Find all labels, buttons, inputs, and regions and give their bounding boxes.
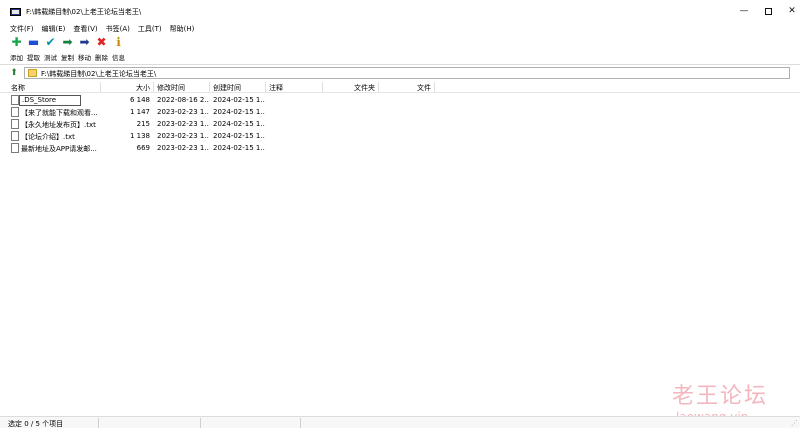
file-icon <box>11 119 19 129</box>
file-created: 2024-02-15 1... <box>213 144 265 152</box>
file-name: 【论坛介绍】.txt <box>21 133 75 141</box>
toolbar: ✚ 添加 ▬ 提取 ✔ 测试 ➡ 复制 ➡ 移动 ✖ 删除 ℹ 信息 <box>0 35 800 63</box>
file-icon <box>11 131 19 141</box>
test-label: 测试 <box>44 54 57 62</box>
menu-view[interactable]: 查看(V) <box>73 24 97 34</box>
file-modified: 2023-02-23 1... <box>157 120 209 128</box>
app-icon <box>10 8 21 16</box>
menu-edit[interactable]: 编辑(E) <box>42 24 66 34</box>
address-path: F:\韩载綈目制\02\上老王论坛当老王\ <box>41 70 157 78</box>
menu-tools[interactable]: 工具(T) <box>138 24 162 34</box>
folder-icon <box>28 69 37 77</box>
file-modified: 2022-08-16 2... <box>157 96 209 104</box>
column-header-row: 名称 大小 修改时间 创建时间 注释 文件夹 文件 <box>0 81 800 93</box>
file-list: 名称 大小 修改时间 创建时间 注释 文件夹 文件 .DS_Store 6 14… <box>0 81 800 414</box>
file-row[interactable]: 【论坛介绍】.txt 1 138 2023-02-23 1... 2024-02… <box>0 130 800 142</box>
watermark-text: 老王论坛 <box>672 384 769 409</box>
menu-file[interactable]: 文件(F) <box>10 24 34 34</box>
column-header-modified[interactable]: 修改时间 <box>157 83 185 93</box>
minimize-icon: — <box>739 6 749 16</box>
up-arrow-icon: ⬆ <box>10 68 18 78</box>
info-label: 信息 <box>112 54 125 62</box>
delete-icon: ✖ <box>96 35 107 49</box>
add-label: 添加 <box>10 54 23 62</box>
column-header-name[interactable]: 名称 <box>11 83 25 93</box>
column-header-files[interactable]: 文件 <box>378 83 431 93</box>
file-size: 215 <box>136 120 150 128</box>
copy-label: 复制 <box>61 54 74 62</box>
file-row[interactable]: 最新地址及APP请发邮... 669 2023-02-23 1... 2024-… <box>0 142 800 154</box>
toolbar-divider <box>0 64 800 65</box>
title-bar: F:\韩载綈目制\02\上老王论坛当老王\ — ✕ <box>0 0 800 22</box>
maximize-icon <box>764 7 772 15</box>
file-row[interactable]: 【永久地址发布页】.txt 215 2023-02-23 1... 2024-0… <box>0 118 800 130</box>
menu-bookmarks[interactable]: 书签(A) <box>106 24 130 34</box>
info-icon: ℹ <box>116 35 121 49</box>
file-modified: 2023-02-23 1... <box>157 108 209 116</box>
window-title: F:\韩载綈目制\02\上老王论坛当老王\ <box>26 8 142 16</box>
delete-label: 删除 <box>95 54 108 62</box>
test-button[interactable]: ✔ 测试 <box>42 35 59 63</box>
add-button[interactable]: ✚ 添加 <box>8 35 25 63</box>
file-size: 1 138 <box>129 132 150 140</box>
column-divider[interactable] <box>265 82 266 92</box>
move-button[interactable]: ➡ 移动 <box>76 35 93 63</box>
status-divider <box>200 418 201 428</box>
close-icon: ✕ <box>788 6 796 16</box>
file-created: 2024-02-15 1... <box>213 132 265 140</box>
resize-grip-icon[interactable]: ⋰ <box>791 419 798 427</box>
file-created: 2024-02-15 1... <box>213 96 265 104</box>
file-size: 669 <box>136 144 150 152</box>
file-name: 【永久地址发布页】.txt <box>21 121 96 129</box>
test-icon: ✔ <box>45 35 56 49</box>
column-header-size[interactable]: 大小 <box>100 83 150 93</box>
status-divider <box>300 418 301 428</box>
file-modified: 2023-02-23 1... <box>157 144 209 152</box>
file-icon <box>11 95 19 105</box>
extract-label: 提取 <box>27 54 40 62</box>
extract-icon: ▬ <box>27 35 40 49</box>
file-icon <box>11 143 19 153</box>
column-divider[interactable] <box>209 82 210 92</box>
copy-icon: ➡ <box>62 35 73 49</box>
file-name: 最新地址及APP请发邮... <box>21 145 97 153</box>
add-icon: ✚ <box>11 35 22 49</box>
status-bar: 选定 0 / 5 个项目 ⋰ <box>0 416 800 428</box>
menu-bar: 文件(F) 编辑(E) 查看(V) 书签(A) 工具(T) 帮助(H) <box>0 22 800 35</box>
move-label: 移动 <box>78 54 91 62</box>
column-header-created[interactable]: 创建时间 <box>213 83 241 93</box>
up-folder-button[interactable]: ⬆ <box>9 68 19 78</box>
column-header-comment[interactable]: 注释 <box>269 83 283 93</box>
column-header-folders[interactable]: 文件夹 <box>322 83 375 93</box>
file-modified: 2023-02-23 1... <box>157 132 209 140</box>
extract-button[interactable]: ▬ 提取 <box>25 35 42 63</box>
file-size: 1 147 <box>129 108 150 116</box>
address-bar: ⬆ F:\韩载綈目制\02\上老王论坛当老王\ <box>0 66 800 80</box>
address-input[interactable]: F:\韩载綈目制\02\上老王论坛当老王\ <box>24 67 790 79</box>
column-divider[interactable] <box>153 82 154 92</box>
move-icon: ➡ <box>79 35 90 49</box>
close-button[interactable]: ✕ <box>782 4 800 18</box>
file-name: .DS_Store <box>19 95 81 106</box>
delete-button[interactable]: ✖ 删除 <box>93 35 110 63</box>
copy-button[interactable]: ➡ 复制 <box>59 35 76 63</box>
menu-help[interactable]: 帮助(H) <box>170 24 195 34</box>
file-icon <box>11 107 19 117</box>
status-divider <box>98 418 99 428</box>
file-size: 6 148 <box>129 96 150 104</box>
info-button[interactable]: ℹ 信息 <box>110 35 127 63</box>
selection-status: 选定 0 / 5 个项目 <box>8 420 64 428</box>
file-created: 2024-02-15 1... <box>213 120 265 128</box>
file-row[interactable]: .DS_Store 6 148 2022-08-16 2... 2024-02-… <box>0 94 800 106</box>
maximize-button[interactable] <box>758 4 778 18</box>
file-name: 【来了就能下载和观看... <box>21 109 98 117</box>
file-created: 2024-02-15 1... <box>213 108 265 116</box>
minimize-button[interactable]: — <box>734 4 754 18</box>
file-row[interactable]: 【来了就能下载和观看... 1 147 2023-02-23 1... 2024… <box>0 106 800 118</box>
column-divider[interactable] <box>434 82 435 92</box>
